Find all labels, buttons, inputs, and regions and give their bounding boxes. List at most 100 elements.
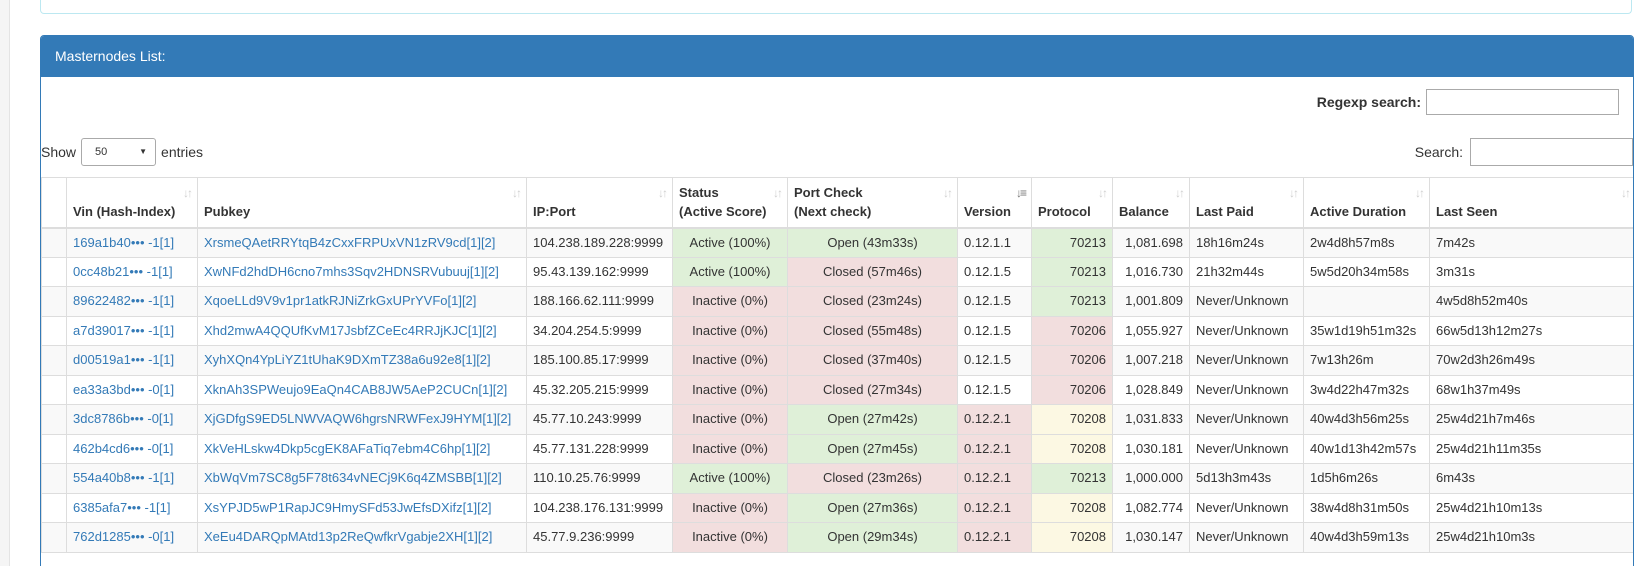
regexp-search-input[interactable] [1426, 89, 1619, 115]
cell-pubkey[interactable]: XqoeLLd9V9v1pr1atkRJNiZrkGxUPrYVFo[1][2] [197, 286, 527, 317]
sort-both-icon: ↓↑ [773, 186, 783, 200]
cell-version: 0.12.1.5 [957, 345, 1032, 376]
cell-port: Closed (23m24s) [787, 286, 958, 317]
search-label: Search: [1414, 144, 1463, 160]
cell-version: 0.12.2.1 [957, 463, 1032, 494]
column-header-label: Balance [1119, 203, 1169, 219]
cell-ip: 110.10.25.76:9999 [526, 463, 673, 494]
column-header-label: Protocol [1038, 203, 1091, 219]
column-header-pubkey[interactable]: ↓↑ Pubkey [197, 177, 527, 229]
cell-version: 0.12.2.1 [957, 433, 1032, 464]
column-header-label: Last Seen [1436, 203, 1498, 219]
table-body: 169a1b40••• -1[1] XrsmeQAetRRYtqB4zCxxFRP… [41, 227, 1633, 553]
cell-lastseen: 70w2d3h26m49s [1429, 345, 1633, 376]
column-header-vin[interactable]: ↓↑ Vin (Hash-Index) [66, 177, 198, 229]
cell-vin[interactable]: 762d1285••• -0[1] [66, 522, 198, 553]
cell-vin[interactable]: 0cc48b21••• -1[1] [66, 256, 198, 287]
cell-index [41, 433, 67, 464]
cell-balance: 1,007.218 [1112, 345, 1190, 376]
column-header-version[interactable]: ↓≡ Version [957, 177, 1032, 229]
cell-index [41, 256, 67, 287]
cell-ip: 104.238.176.131:9999 [526, 492, 673, 523]
cell-pubkey[interactable]: Xhd2mwA4QQUfKvM17JsbfZCeEc4RRJjKJC[1][2] [197, 315, 527, 346]
table-row: 762d1285••• -0[1] XeEu4DARQpMAtd13p2ReQwf… [41, 522, 1633, 553]
cell-vin[interactable]: 6385afa7••• -1[1] [66, 492, 198, 523]
cell-protocol: 70208 [1031, 404, 1113, 435]
cell-index [41, 374, 67, 405]
cell-pubkey[interactable]: XjGDfgS9ED5LNWVAQW6hgrsNRWFexJ9HYM[1][2] [197, 404, 527, 435]
cell-status: Inactive (0%) [672, 404, 788, 435]
column-header-label: (Active Score) [679, 203, 767, 219]
cell-duration: 40w1d13h42m57s [1303, 433, 1430, 464]
cell-lastpaid: 21h32m44s [1189, 256, 1304, 287]
column-header-lastpaid[interactable]: ↓↑ Last Paid [1189, 177, 1304, 229]
cell-lastseen: 25w4d21h10m13s [1429, 492, 1633, 523]
cell-lastseen: 25w4d21h10m3s [1429, 522, 1633, 553]
column-header-line1: Status [679, 184, 719, 200]
cell-pubkey[interactable]: XkVeHLskw4Dkp5cgEK8AFaTiq7ebm4C6hp[1][2] [197, 433, 527, 464]
cell-lastseen: 4w5d8h52m40s [1429, 286, 1633, 317]
cell-ip: 95.43.139.162:9999 [526, 256, 673, 287]
cell-lastseen: 68w1h37m49s [1429, 374, 1633, 405]
column-header-status[interactable]: ↓↑ Status (Active Score) [672, 177, 788, 229]
cell-lastpaid: Never/Unknown [1189, 374, 1304, 405]
cell-ip: 45.77.9.236:9999 [526, 522, 673, 553]
column-header-ip[interactable]: ↓↑ IP:Port [526, 177, 673, 229]
entries-select[interactable]: 50 ▼ [81, 138, 157, 166]
masternodes-table: ↓↑ Vin (Hash-Index) ↓↑ Pubkey ↓↑ IP:Port ↓↑ Sta… [41, 177, 1633, 553]
cell-protocol: 70208 [1031, 522, 1113, 553]
table-row: 6385afa7••• -1[1] XsYPJD5wP1RapJC9HmySFd5… [41, 492, 1633, 523]
cell-balance: 1,030.181 [1112, 433, 1190, 464]
sort-both-icon: ↓↑ [1289, 186, 1299, 200]
cell-duration [1303, 286, 1430, 317]
column-header-label: (Next check) [794, 203, 872, 219]
cell-pubkey[interactable]: XwNFd2hdDH6cno7mhs3Sqv2HDNSRVubuuj[1][2] [197, 256, 527, 287]
cell-balance: 1,028.849 [1112, 374, 1190, 405]
column-header-duration[interactable]: ↓↑ Active Duration [1303, 177, 1430, 229]
cell-vin[interactable]: 89622482••• -1[1] [66, 286, 198, 317]
cell-vin[interactable]: 169a1b40••• -1[1] [66, 227, 198, 258]
cell-pubkey[interactable]: XeEu4DARQpMAtd13p2ReQwfkrVgabje2XH[1][2] [197, 522, 527, 553]
column-header-index [41, 177, 67, 229]
column-header-balance[interactable]: ↓↑ Balance [1112, 177, 1190, 229]
entries-select-value: 50 [95, 146, 108, 158]
cell-pubkey[interactable]: XyhXQn4YpLiYZ1tUhaK9DXmTZ38a6u92e8[1][2] [197, 345, 527, 376]
sort-both-icon: ↓↑ [1098, 186, 1108, 200]
cell-balance: 1,001.809 [1112, 286, 1190, 317]
cell-vin[interactable]: a7d39017••• -1[1] [66, 315, 198, 346]
cell-lastpaid: 18h16m24s [1189, 227, 1304, 258]
cell-duration: 40w4d3h56m25s [1303, 404, 1430, 435]
cell-vin[interactable]: 554a40b8••• -1[1] [66, 463, 198, 494]
cell-port: Open (29m34s) [787, 522, 958, 553]
cell-protocol: 70213 [1031, 286, 1113, 317]
cell-version: 0.12.1.5 [957, 286, 1032, 317]
column-header-line1: Port Check [794, 184, 863, 200]
sort-both-icon: ↓↑ [1175, 186, 1185, 200]
column-header-port[interactable]: ↓↑ Port Check (Next check) [787, 177, 958, 229]
cell-status: Inactive (0%) [672, 345, 788, 376]
cell-lastpaid: Never/Unknown [1189, 345, 1304, 376]
cell-port: Open (27m36s) [787, 492, 958, 523]
cell-duration: 7w13h26m [1303, 345, 1430, 376]
search-input[interactable] [1470, 138, 1633, 166]
table-row: a7d39017••• -1[1] Xhd2mwA4QQUfKvM17JsbfZC… [41, 315, 1633, 346]
column-header-protocol[interactable]: ↓↑ Protocol [1031, 177, 1113, 229]
cell-port: Open (27m42s) [787, 404, 958, 435]
cell-vin[interactable]: 3dc8786b••• -0[1] [66, 404, 198, 435]
cell-pubkey[interactable]: XbWqVm7SC8g5F78t634vNECj9K6q4ZMSBB[1][2] [197, 463, 527, 494]
cell-balance: 1,081.698 [1112, 227, 1190, 258]
cell-balance: 1,055.927 [1112, 315, 1190, 346]
cell-lastseen: 66w5d13h12m27s [1429, 315, 1633, 346]
cell-vin[interactable]: d00519a1••• -1[1] [66, 345, 198, 376]
cell-version: 0.12.1.5 [957, 256, 1032, 287]
cell-pubkey[interactable]: XknAh3SPWeujo9EaQn4CAB8JW5AeP2CUCn[1][2] [197, 374, 527, 405]
cell-vin[interactable]: 462b4cd6••• -0[1] [66, 433, 198, 464]
cell-vin[interactable]: ea33a3bd••• -0[1] [66, 374, 198, 405]
cell-pubkey[interactable]: XrsmeQAetRRYtqB4zCxxFRPUxVN1zRV9cd[1][2] [197, 227, 527, 258]
column-header-lastseen[interactable]: ↓↑ Last Seen [1429, 177, 1633, 229]
cell-pubkey[interactable]: XsYPJD5wP1RapJC9HmySFd53JwEfsDXifz[1][2] [197, 492, 527, 523]
cell-index [41, 286, 67, 317]
cell-status: Inactive (0%) [672, 374, 788, 405]
left-gutter [0, 0, 10, 566]
cell-ip: 34.204.254.5:9999 [526, 315, 673, 346]
